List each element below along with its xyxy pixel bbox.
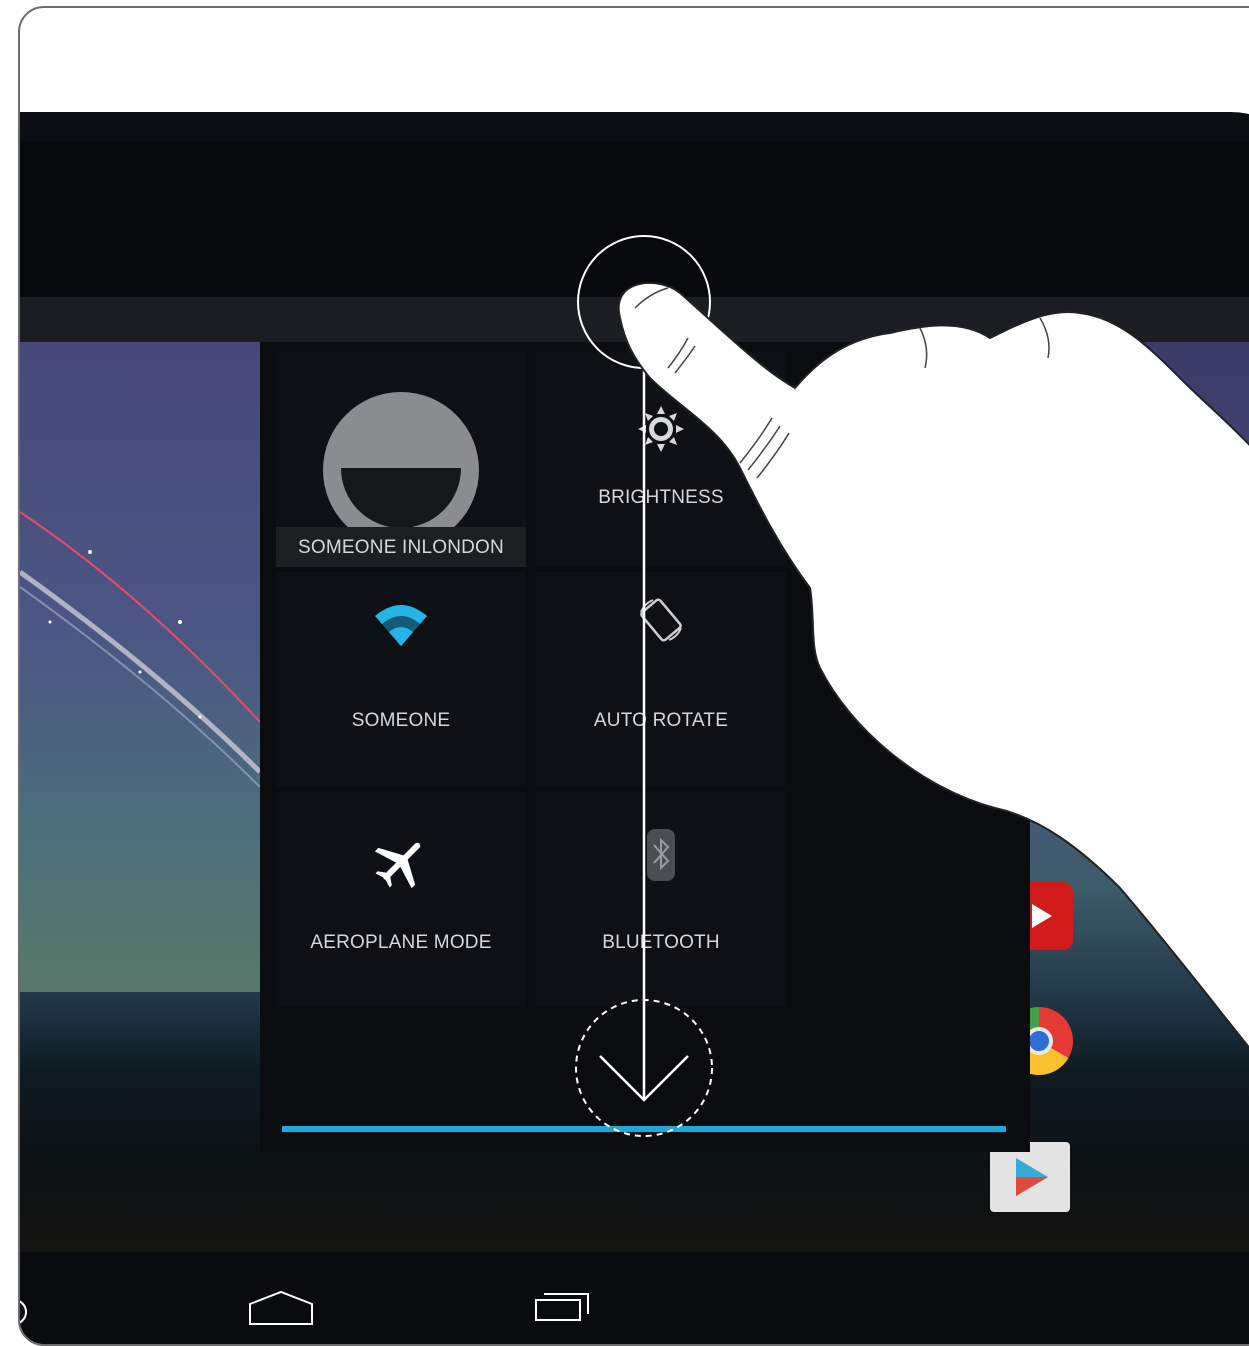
gesture-overlay: [575, 235, 1249, 1137]
hand-illustration: [617, 281, 1249, 1050]
illustration-frame: SOMEONE INLONDON BRIGHTNESS SOMEONE AUTO…: [18, 6, 1249, 1346]
